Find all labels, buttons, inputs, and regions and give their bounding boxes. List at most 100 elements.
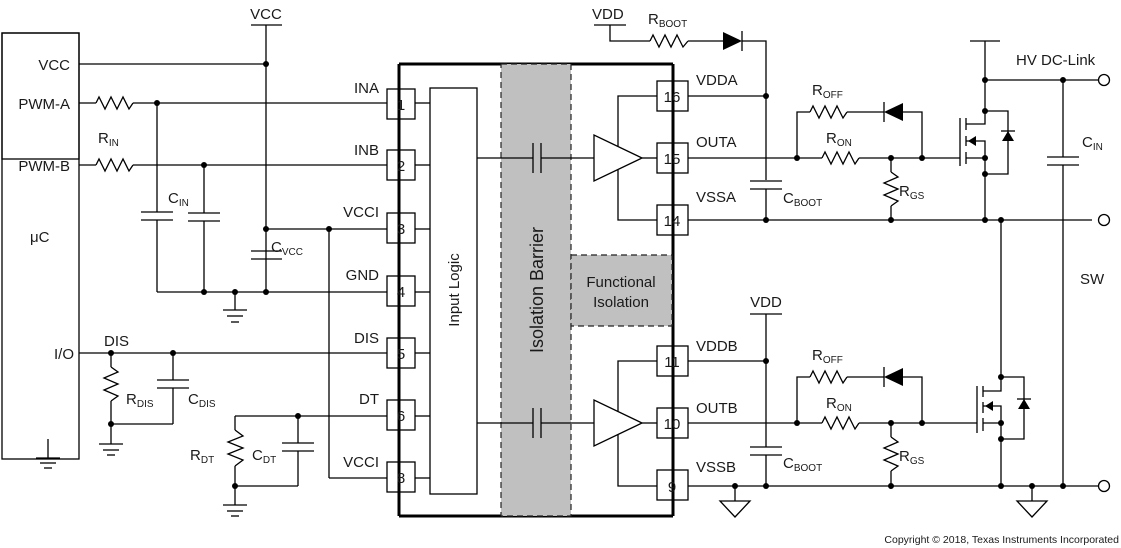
left-pin-1: 1 INA bbox=[354, 80, 430, 120]
junction bbox=[763, 93, 769, 99]
r-off-b-label: ROFF bbox=[812, 347, 843, 366]
right-pin-11: 11 VDDB bbox=[656, 338, 738, 377]
svg-text:15: 15 bbox=[664, 151, 681, 168]
svg-text:GND: GND bbox=[346, 267, 380, 284]
r-on-a-label: RON bbox=[826, 130, 852, 149]
off-diode-b-icon bbox=[884, 368, 903, 386]
sw-label: SW bbox=[1080, 271, 1105, 288]
left-pin-2: 2 INB bbox=[354, 142, 430, 181]
r-gs-b-resistor bbox=[882, 436, 900, 472]
left-pin-8: 8 VCCI bbox=[343, 454, 430, 493]
junction bbox=[263, 289, 269, 295]
gnd-ground-icon bbox=[223, 292, 247, 323]
svg-text:VDDA: VDDA bbox=[696, 72, 738, 89]
high-side-mosfet-icon bbox=[959, 108, 1015, 220]
isolation-barrier-label: Isolation Barrier bbox=[527, 227, 547, 353]
r-boot-resistor bbox=[649, 33, 689, 49]
schematic: VCC PWM-A PWM-B I/O μC VCC RIN CIN CVCC … bbox=[1, 6, 1119, 546]
svg-text:4: 4 bbox=[397, 284, 405, 301]
svg-text:DIS: DIS bbox=[354, 330, 379, 347]
svg-text:OUTA: OUTA bbox=[696, 134, 737, 151]
sw-terminal[interactable] bbox=[1097, 213, 1111, 227]
junction bbox=[888, 217, 894, 223]
junction bbox=[998, 483, 1004, 489]
junction bbox=[888, 483, 894, 489]
left-pin-5: 5 DIS bbox=[354, 330, 430, 369]
dis-ground-icon bbox=[99, 443, 123, 456]
c-dt-label: CDT bbox=[252, 447, 276, 466]
svg-text:INA: INA bbox=[354, 80, 379, 97]
hv-dc-link-terminal[interactable] bbox=[1097, 73, 1111, 87]
r-gs-a-label: RGS bbox=[899, 183, 925, 202]
svg-text:5: 5 bbox=[397, 346, 405, 363]
svg-text:VSSA: VSSA bbox=[696, 189, 736, 206]
svg-text:9: 9 bbox=[668, 479, 676, 496]
r-in-a-resistor bbox=[95, 95, 134, 111]
left-pin-3: 3 VCCI bbox=[343, 204, 430, 244]
uc-pin-vcc: VCC bbox=[38, 57, 70, 74]
svg-text:VCCI: VCCI bbox=[343, 454, 379, 471]
junction bbox=[201, 289, 207, 295]
r-in-b-resistor bbox=[95, 157, 134, 173]
svg-text:INB: INB bbox=[354, 142, 379, 159]
junction bbox=[919, 155, 925, 161]
r-dt-label: RDT bbox=[190, 447, 214, 466]
svg-text:OUTB: OUTB bbox=[696, 400, 738, 417]
svg-text:VDDB: VDDB bbox=[696, 338, 738, 355]
junction bbox=[982, 77, 988, 83]
vdd-b-label: VDD bbox=[750, 294, 782, 311]
hv-dc-link-label: HV DC-Link bbox=[1016, 52, 1096, 69]
c-dis-label: CDIS bbox=[188, 391, 216, 410]
input-logic-label: Input Logic bbox=[446, 253, 463, 327]
svg-text:1: 1 bbox=[397, 97, 405, 114]
c-boot-a-label: CBOOT bbox=[783, 190, 822, 209]
r-on-b-resistor bbox=[821, 415, 860, 431]
r-dis-resistor bbox=[102, 366, 120, 402]
vcc-supply-label: VCC bbox=[250, 6, 282, 23]
r-dt-resistor bbox=[226, 429, 245, 467]
boot-diode-icon bbox=[723, 32, 742, 50]
svg-text:8: 8 bbox=[397, 470, 405, 487]
right-pin-9: 9 VSSB bbox=[656, 459, 736, 501]
r-on-a-resistor bbox=[821, 150, 860, 166]
uc-label: μC bbox=[30, 229, 50, 246]
right-pin-10: 10 OUTB bbox=[656, 400, 738, 439]
svg-text:6: 6 bbox=[397, 408, 405, 425]
svg-text:VCCI: VCCI bbox=[343, 204, 379, 221]
junction bbox=[763, 483, 769, 489]
svg-text:DT: DT bbox=[359, 391, 379, 408]
r-off-b-resistor bbox=[809, 369, 848, 385]
functional-isolation-label-2: Isolation bbox=[593, 294, 649, 311]
left-pin-4: 4 GND bbox=[346, 267, 430, 307]
dt-ground-icon bbox=[223, 504, 247, 517]
r-gs-b-label: RGS bbox=[899, 448, 925, 467]
uc-pin-io: I/O bbox=[54, 346, 74, 363]
left-pin-6: 6 DT bbox=[359, 391, 430, 431]
r-on-b-label: RON bbox=[826, 395, 852, 414]
low-side-mosfet-icon bbox=[976, 374, 1031, 486]
off-diode-a-icon bbox=[884, 103, 903, 121]
svg-text:3: 3 bbox=[397, 221, 405, 238]
vdd-a-label: VDD bbox=[592, 6, 624, 23]
svg-text:14: 14 bbox=[664, 213, 681, 230]
svg-text:VSSB: VSSB bbox=[696, 459, 736, 476]
svg-text:2: 2 bbox=[397, 158, 405, 175]
svg-text:11: 11 bbox=[664, 354, 680, 371]
c-in-label: CIN bbox=[168, 190, 189, 209]
copyright-text: Copyright © 2018, Texas Instruments Inco… bbox=[884, 534, 1119, 546]
svg-text:10: 10 bbox=[664, 416, 681, 433]
junction bbox=[763, 358, 769, 364]
r-gs-a-resistor bbox=[882, 171, 900, 207]
junction bbox=[919, 420, 925, 426]
junction bbox=[1060, 483, 1066, 489]
c-in-bulk-label: CIN bbox=[1082, 134, 1103, 153]
c-boot-b-label: CBOOT bbox=[783, 455, 822, 474]
uc-pin-pwm-a: PWM-A bbox=[18, 96, 70, 113]
r-boot-label: RBOOT bbox=[648, 11, 687, 30]
power-ground-icon bbox=[1015, 486, 1049, 518]
uc-pin-pwm-b: PWM-B bbox=[18, 158, 70, 175]
r-dis-label: RDIS bbox=[126, 391, 154, 410]
right-pin-15: 15 OUTA bbox=[656, 134, 737, 174]
negative-terminal[interactable] bbox=[1097, 479, 1111, 493]
r-off-a-resistor bbox=[809, 104, 848, 120]
